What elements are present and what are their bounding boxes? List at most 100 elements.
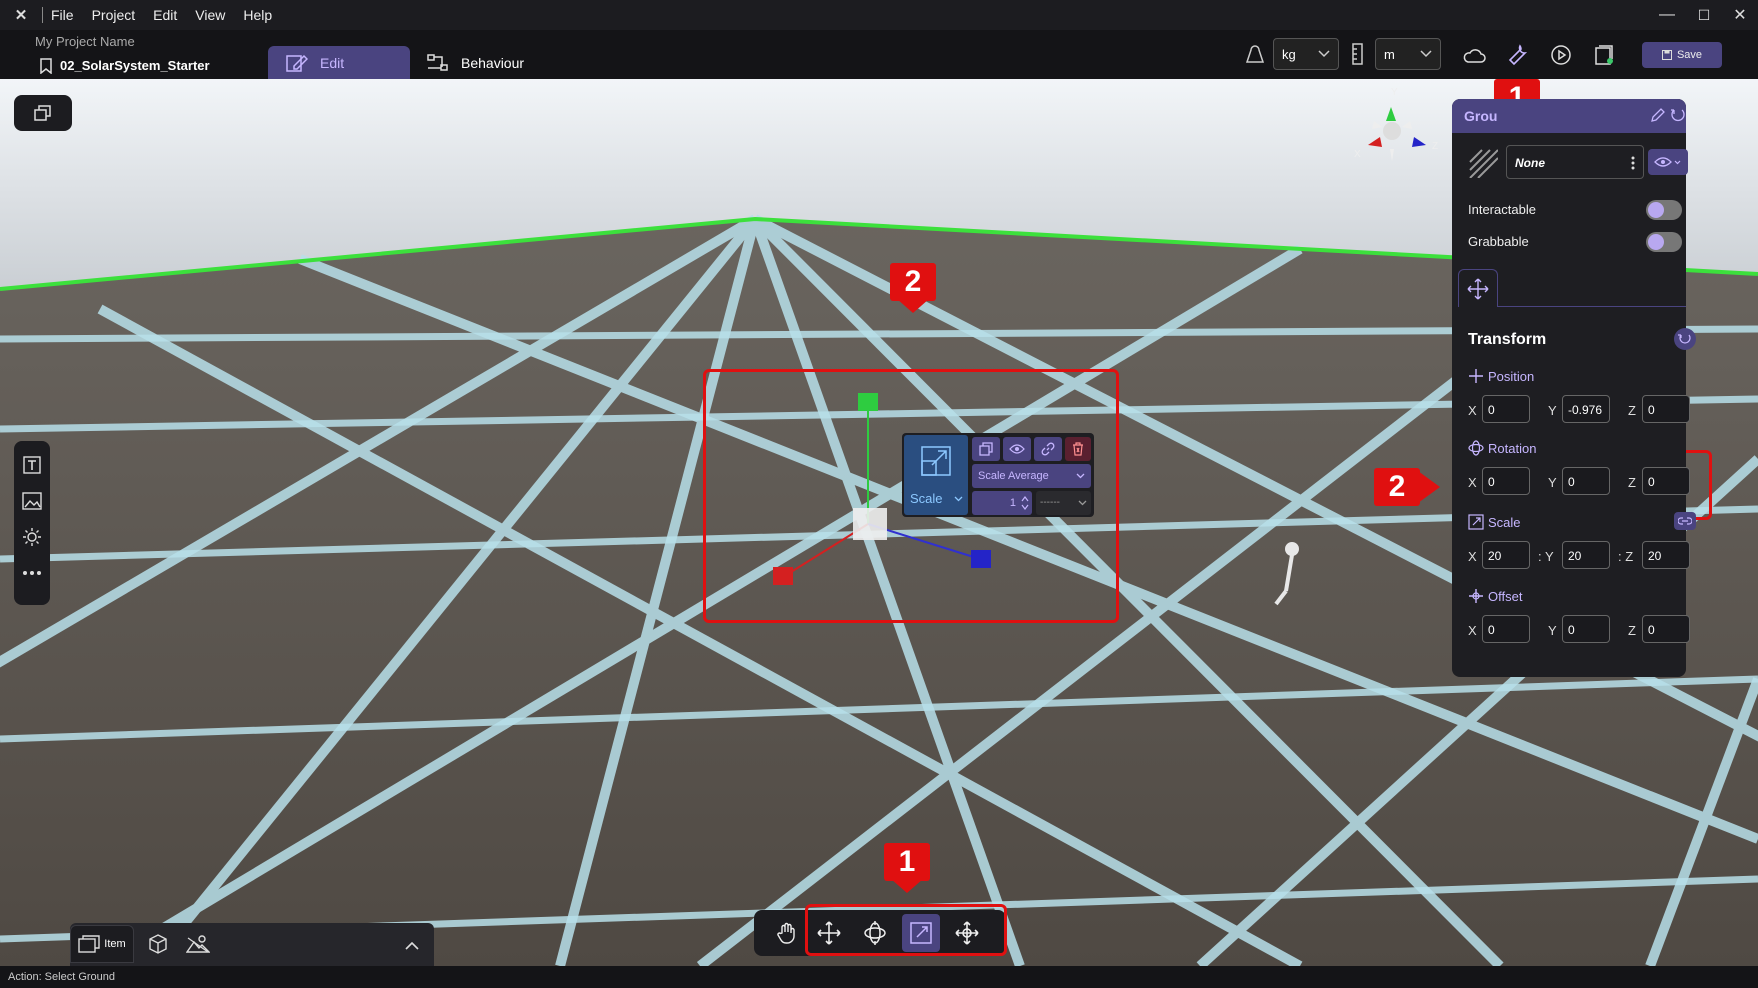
- play-button[interactable]: [1547, 41, 1575, 69]
- image-icon: [22, 492, 42, 510]
- offset-x-field[interactable]: 0: [1482, 615, 1530, 643]
- project-name: My Project Name: [35, 34, 135, 49]
- cloud-icon: [1463, 49, 1486, 63]
- tab-models[interactable]: [140, 925, 176, 963]
- orientation-gizmo[interactable]: Y X Z: [1352, 85, 1442, 171]
- transform-title: Transform: [1468, 331, 1547, 348]
- rotation-x-field[interactable]: 0: [1482, 467, 1530, 495]
- toggle-knob: [1648, 202, 1664, 218]
- tab-environment[interactable]: [178, 925, 218, 963]
- move-icon: [1467, 278, 1489, 299]
- tab-edit[interactable]: Edit: [268, 46, 410, 79]
- ruler-icon: [1352, 43, 1363, 65]
- link-icon: [1678, 517, 1692, 525]
- mass-unit-value: kg: [1282, 46, 1296, 62]
- 3d-viewport[interactable]: Y X Z Scale Scale Average 1 ------ 2 1 2…: [0, 79, 1758, 966]
- position-y-field[interactable]: -0.976: [1562, 395, 1610, 423]
- offset-label: Offset: [1488, 588, 1523, 604]
- behaviour-icon: [427, 53, 448, 71]
- mass-unit-select[interactable]: kg: [1273, 38, 1339, 70]
- scale-z-field[interactable]: 20: [1642, 541, 1690, 569]
- publish-icon: [1595, 45, 1613, 65]
- add-light-button[interactable]: [20, 525, 44, 549]
- grabbable-toggle[interactable]: [1646, 232, 1682, 252]
- scene-name: 02_SolarSystem_Starter: [60, 58, 210, 73]
- move-icon: [1469, 369, 1483, 383]
- layers-icon: [34, 105, 51, 121]
- axis-label-x: X: [1468, 623, 1477, 638]
- gizmo-z-label: Z: [1432, 141, 1438, 152]
- more-tools-button[interactable]: [20, 561, 44, 585]
- menu-divider: [42, 7, 43, 23]
- hand-icon: [777, 922, 795, 944]
- settings-wrench-button[interactable]: [1503, 41, 1531, 69]
- visibility-dropdown[interactable]: [1648, 149, 1688, 175]
- length-unit-select[interactable]: m: [1375, 38, 1441, 70]
- cube-icon: [149, 934, 167, 954]
- interactable-toggle[interactable]: [1646, 200, 1682, 220]
- axis-label-y: Y: [1548, 475, 1557, 490]
- axis-label-y: Y: [1548, 403, 1557, 418]
- interactable-label: Interactable: [1468, 202, 1536, 217]
- menu-edit[interactable]: Edit: [153, 7, 177, 23]
- callout-pointer: [1418, 471, 1440, 503]
- inspector-header: Grou: [1452, 99, 1686, 133]
- gizmo-x-label: X: [1354, 149, 1361, 160]
- publish-button[interactable]: [1591, 41, 1619, 69]
- scale-callout: 2: [1374, 468, 1420, 506]
- rotation-z-field[interactable]: 0: [1642, 467, 1690, 495]
- floppy-icon: [1661, 50, 1672, 60]
- inspector-title: Grou: [1464, 108, 1498, 124]
- object-callout: 2: [890, 263, 936, 301]
- tab-transform[interactable]: [1458, 269, 1498, 307]
- tab-item[interactable]: Item: [70, 925, 134, 963]
- pan-tool-button[interactable]: [768, 914, 806, 952]
- tab-behaviour[interactable]: Behaviour: [425, 46, 545, 79]
- add-text-button[interactable]: [20, 453, 44, 477]
- reset-transform-button[interactable]: [1674, 328, 1696, 350]
- save-button[interactable]: Save: [1642, 42, 1722, 68]
- menu-help[interactable]: Help: [243, 7, 272, 23]
- offset-y-field[interactable]: 0: [1562, 615, 1610, 643]
- bookmark-icon: [40, 58, 52, 74]
- menu-file[interactable]: File: [51, 7, 74, 23]
- rotate-icon: [1468, 440, 1484, 456]
- cloud-button[interactable]: [1460, 41, 1488, 69]
- add-image-button[interactable]: [20, 489, 44, 513]
- camera-view-button[interactable]: [14, 95, 72, 131]
- menu-view[interactable]: View: [195, 7, 225, 23]
- maximize-button[interactable]: ☐: [1684, 0, 1724, 30]
- scale-lock-button[interactable]: [1674, 512, 1696, 530]
- play-icon: [1551, 45, 1571, 65]
- offset-z-field[interactable]: 0: [1642, 615, 1690, 643]
- chevron-up-icon: [405, 942, 419, 950]
- gizmo-y-label: Y: [1391, 87, 1398, 98]
- edit-icon: [286, 54, 308, 72]
- eye-icon: [1654, 157, 1681, 167]
- minimize-button[interactable]: —: [1647, 0, 1687, 30]
- scale-x-field[interactable]: 20: [1482, 541, 1530, 569]
- position-header: Position: [1468, 368, 1534, 384]
- inspector-panel: Grou None Interactable Grabbable Transfo…: [1452, 99, 1696, 677]
- menu-bar: ✕ File Project Edit View Help — ☐ ✕: [0, 0, 1758, 30]
- axis-label-x: X: [1468, 475, 1477, 490]
- reset-button[interactable]: [1670, 107, 1688, 125]
- scale-y-field[interactable]: 20: [1562, 541, 1610, 569]
- close-button[interactable]: ✕: [1720, 0, 1758, 30]
- menu-project[interactable]: Project: [92, 7, 136, 23]
- axis-label-x: X: [1468, 403, 1477, 418]
- drawer-expand-button[interactable]: [398, 927, 426, 965]
- toolbar-callout: 1: [884, 843, 930, 881]
- rotation-y-field[interactable]: 0: [1562, 467, 1610, 495]
- more-icon: [23, 571, 41, 575]
- tab-behaviour-label: Behaviour: [461, 54, 525, 71]
- position-x-field[interactable]: 0: [1482, 395, 1530, 423]
- rotation-header: Rotation: [1468, 440, 1536, 456]
- tab-edit-label: Edit: [320, 54, 345, 71]
- axis-label-x: X: [1468, 549, 1477, 564]
- position-z-field[interactable]: 0: [1642, 395, 1690, 423]
- material-select[interactable]: None: [1506, 145, 1644, 179]
- rename-button[interactable]: [1650, 107, 1668, 125]
- reset-icon: [1671, 109, 1685, 122]
- save-label: Save: [1676, 49, 1703, 61]
